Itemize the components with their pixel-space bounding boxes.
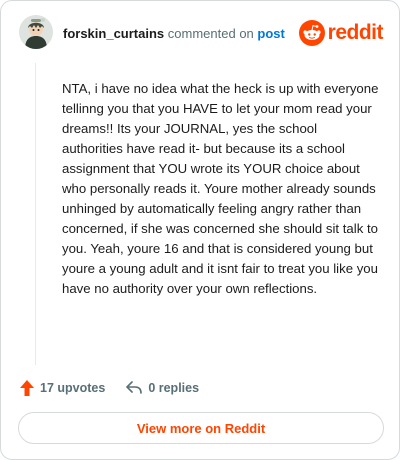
reddit-logo[interactable]: reddit [298,19,384,47]
post-link[interactable]: post [257,26,284,41]
avatar[interactable] [19,15,53,49]
thread-line [35,63,36,365]
upvote-button[interactable]: 17 upvotes [19,379,105,397]
view-more-on-reddit-button[interactable]: View more on Reddit [18,412,384,444]
reply-button[interactable]: 0 replies [125,380,199,396]
reply-arrow-icon [126,381,143,394]
view-more-label: View more on Reddit [136,420,266,436]
user-avatar-icon [19,15,53,49]
comment-header: forskin_curtains commented on post reddi… [19,15,384,51]
comment-body: NTA, i have no idea what the heck is up … [62,81,379,296]
username[interactable]: forskin_curtains [63,26,164,41]
reply-count: 0 replies [148,381,200,395]
comment-embed-card: forskin_curtains commented on post reddi… [0,0,400,460]
upvote-count: 17 upvotes [40,381,106,395]
commented-on-text: commented on [167,26,254,41]
comment-actions: 17 upvotes 0 replies [19,377,219,399]
reddit-wordmark: reddit [327,21,384,44]
upvote-arrow-icon [20,380,34,396]
reddit-snoo-icon [298,20,325,46]
comment-meta: forskin_curtains commented on post [63,26,285,41]
